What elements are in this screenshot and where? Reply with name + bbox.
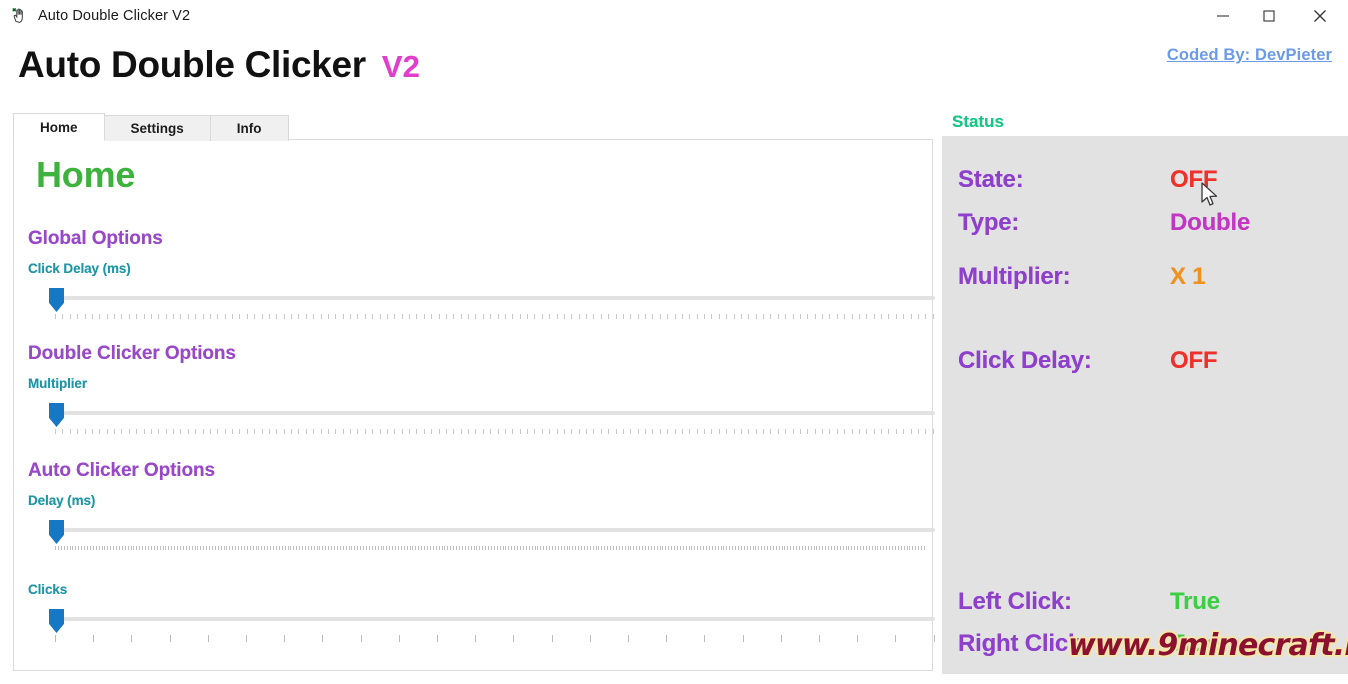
slider-click-delay[interactable] [28,286,935,328]
section-global-options: Global Options Click Delay (ms) [28,228,935,328]
slider-ticks [55,546,927,554]
tab-settings-label: Settings [130,121,184,136]
status-key-multiplier: Multiplier: [958,263,1170,291]
status-row-type: Type: Double [958,209,1348,237]
section-title-double-clicker-options: Double Clicker Options [28,343,920,365]
status-panel: State: OFF Type: Double Multiplier: X 1 … [942,136,1348,674]
field-label-delay: Delay (ms) [28,493,920,508]
tab-home-label: Home [40,119,78,135]
status-value-type: Double [1170,209,1251,236]
slider-thumb[interactable] [49,403,64,427]
app-header: Auto Double Clicker V2 [18,44,420,86]
credit-link[interactable]: Coded By: DevPieter [1167,46,1332,65]
tab-home[interactable]: Home [13,113,105,141]
window-title: Auto Double Clicker V2 [38,8,191,24]
slider-ticks [55,429,935,437]
status-key-type: Type: [958,209,1170,237]
field-label-multiplier: Multiplier [28,376,920,391]
application-window: Auto Double Clicker V2 Auto Double Click… [0,0,1348,684]
slider-track[interactable] [55,528,935,532]
slider-track[interactable] [55,617,935,621]
status-key-click-delay: Click Delay: [958,347,1170,375]
status-heading: Status [952,112,1004,131]
tab-settings[interactable]: Settings [103,115,211,141]
status-key-left-click: Left Click: [958,588,1170,616]
status-row-multiplier: Multiplier: X 1 [958,263,1348,291]
tab-info-label: Info [236,121,262,136]
app-version-badge: V2 [381,49,420,84]
tab-strip: Home Settings Info [13,113,289,141]
slider-delay[interactable] [28,518,935,560]
close-button[interactable] [1292,0,1348,32]
status-value-state: OFF [1170,166,1218,193]
slider-ticks [55,314,935,322]
window-titlebar: Auto Double Clicker V2 [0,0,1348,32]
hand-cursor-icon [6,3,32,29]
slider-thumb[interactable] [49,520,64,544]
status-value-click-delay: OFF [1170,347,1218,374]
slider-ticks [55,635,935,643]
section-auto-clicker-options: Auto Clicker Options Delay (ms) Clicks [28,460,935,649]
section-title-global-options: Global Options [28,228,920,250]
home-tab-panel: Home Global Options Click Delay (ms) Dou… [13,139,935,671]
section-title-auto-clicker-options: Auto Clicker Options [28,460,920,482]
slider-multiplier[interactable] [28,401,935,443]
field-label-clicks: Clicks [28,582,920,597]
maximize-button[interactable] [1246,0,1292,32]
section-double-clicker-options: Double Clicker Options Multiplier [28,343,935,443]
minimize-button[interactable] [1200,0,1246,32]
field-label-click-delay: Click Delay (ms) [28,261,920,276]
tab-info[interactable]: Info [209,115,289,141]
slider-thumb[interactable] [49,288,64,312]
status-row-state: State: OFF [958,166,1348,194]
site-watermark: www.9minecraft.net [1068,628,1348,663]
app-title: Auto Double Clicker [18,44,366,85]
status-key-state: State: [958,166,1170,194]
slider-thumb[interactable] [49,609,64,633]
slider-clicks[interactable] [28,607,935,649]
status-row-click-delay: Click Delay: OFF [958,347,1348,375]
page-title: Home [36,154,136,195]
slider-track[interactable] [55,411,935,415]
status-value-multiplier: X 1 [1170,263,1206,290]
window-controls [1200,0,1348,32]
status-value-left-click: True [1170,588,1220,615]
slider-track[interactable] [55,296,935,300]
status-row-left-click: Left Click: True [958,588,1348,616]
